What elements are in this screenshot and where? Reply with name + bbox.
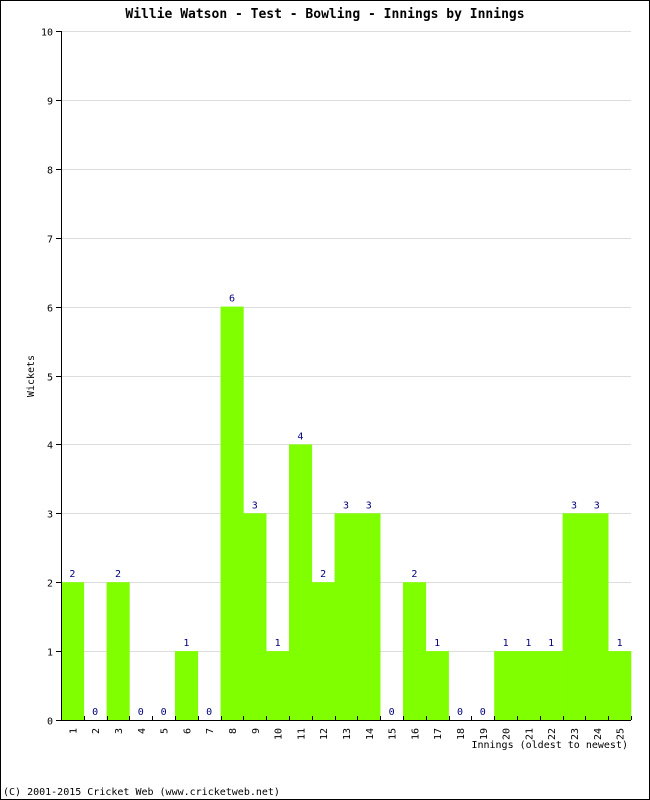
- data-label: 3: [343, 500, 349, 511]
- data-label: 3: [252, 500, 258, 511]
- bar: [608, 651, 632, 720]
- x-tick-label: 20: [502, 728, 513, 740]
- y-axis-title: Wickets: [26, 355, 37, 397]
- y-tick-label: 2: [47, 579, 53, 590]
- data-label: 0: [480, 707, 486, 718]
- y-tick-label: 7: [47, 235, 53, 246]
- x-tick-label: 23: [570, 728, 581, 740]
- bar: [289, 444, 313, 720]
- bar: [311, 582, 335, 720]
- y-tick-label: 10: [41, 28, 53, 39]
- x-tick-label: 1: [68, 728, 79, 734]
- x-axis-title: Innings (oldest to newest): [471, 740, 628, 751]
- bar: [585, 513, 609, 720]
- data-label: 2: [69, 569, 75, 580]
- x-tick-labels: 1 2 3 4 5 6 7 8 9 10 11 12 13 14 15 16 17 18 19 20 21 22 23 24 2…: [68, 728, 626, 740]
- copyright-footer: (C) 2001-2015 Cricket Web (www.cricketwe…: [3, 787, 280, 798]
- x-tick-label: 25: [616, 728, 627, 740]
- y-tick-label: 0: [47, 717, 53, 728]
- x-tick-label: 5: [160, 728, 171, 734]
- data-label: 2: [320, 569, 326, 580]
- y-tick-label: 3: [47, 510, 53, 521]
- data-label: 1: [275, 638, 281, 649]
- bar: [403, 582, 427, 720]
- x-tick-label: 8: [228, 728, 239, 734]
- bar: [494, 651, 518, 720]
- x-tick-label: 24: [593, 728, 604, 740]
- data-label: 1: [525, 638, 531, 649]
- data-label: 0: [206, 707, 212, 718]
- bar: [220, 306, 244, 720]
- y-tick-label: 1: [47, 648, 53, 659]
- data-label: 3: [594, 500, 600, 511]
- y-tick-label: 4: [47, 441, 53, 452]
- bar: [562, 513, 586, 720]
- y-tick-label: 9: [47, 97, 53, 108]
- x-tick-label: 7: [205, 728, 216, 734]
- data-label: 1: [548, 638, 554, 649]
- x-tick-label: 21: [524, 728, 535, 740]
- bowling-innings-chart: Willie Watson - Test - Bowling - Innings…: [3, 7, 632, 798]
- x-tick-label: 17: [433, 728, 444, 740]
- data-label: 1: [503, 638, 509, 649]
- data-label: 1: [183, 638, 189, 649]
- data-label: 1: [617, 638, 623, 649]
- x-tick-label: 3: [114, 728, 125, 734]
- x-tick-label: 9: [251, 728, 262, 734]
- data-label: 2: [115, 569, 121, 580]
- x-tick-label: 18: [456, 728, 467, 740]
- data-label: 6: [229, 294, 235, 305]
- x-tick-label: 6: [182, 728, 193, 734]
- x-tick-label: 15: [388, 728, 399, 740]
- x-tick-label: 16: [410, 728, 421, 740]
- data-label: 1: [434, 638, 440, 649]
- y-tick-label: 8: [47, 166, 53, 177]
- x-tick-label: 10: [274, 728, 285, 740]
- x-tick-label: 14: [365, 728, 376, 740]
- x-tick-label: 2: [91, 728, 102, 734]
- data-label: 2: [411, 569, 417, 580]
- bar: [175, 651, 199, 720]
- x-tick-label: 22: [547, 728, 558, 740]
- x-tick-label: 4: [137, 728, 148, 734]
- data-label: 0: [457, 707, 463, 718]
- y-tick-label: 5: [47, 373, 53, 384]
- bar: [266, 651, 290, 720]
- y-tick-label: 6: [47, 304, 53, 315]
- x-tick-label: 13: [342, 728, 353, 740]
- x-tick-label: 12: [319, 728, 330, 740]
- x-tick-label: 11: [296, 728, 307, 740]
- bar: [517, 651, 541, 720]
- bar: [539, 651, 563, 720]
- bar: [425, 651, 449, 720]
- data-label: 4: [297, 431, 303, 442]
- chart-title: Willie Watson - Test - Bowling - Innings…: [125, 7, 524, 22]
- x-tick-label: 19: [479, 728, 490, 740]
- y-tick-labels: 0 1 2 3 4 5 6 7 8 9 10: [41, 28, 53, 728]
- data-label: 0: [161, 707, 167, 718]
- data-label: 3: [571, 500, 577, 511]
- data-label: 0: [92, 707, 98, 718]
- data-label: 3: [366, 500, 372, 511]
- bar: [106, 582, 130, 720]
- bar: [334, 513, 358, 720]
- bar: [61, 582, 85, 720]
- bar: [243, 513, 267, 720]
- bar: [357, 513, 381, 720]
- data-label: 0: [138, 707, 144, 718]
- data-label: 0: [389, 707, 395, 718]
